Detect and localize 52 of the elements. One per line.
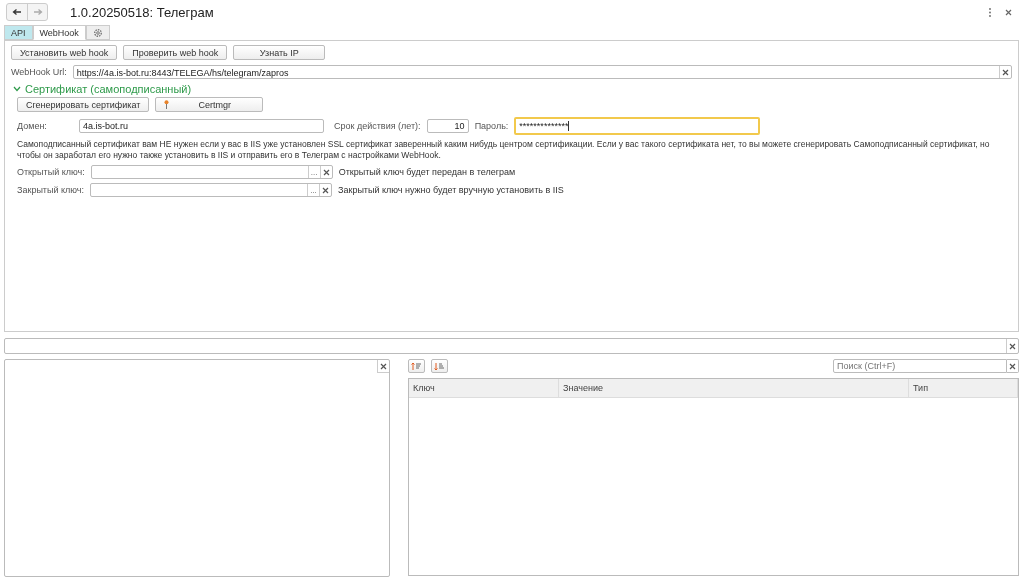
clear-button[interactable] (319, 184, 331, 196)
column-header[interactable]: Значение (559, 379, 909, 397)
pin-icon (164, 100, 170, 109)
hint-text: Закрытый ключ нужно будет вручную установить в IIS (338, 185, 564, 195)
choose-button[interactable]: ... (307, 166, 320, 178)
key-field[interactable]: ... (90, 183, 332, 197)
clear-button[interactable] (377, 360, 389, 373)
close-icon (1002, 68, 1009, 76)
tab[interactable]: API (4, 25, 33, 40)
sort-ascending-icon (411, 361, 422, 371)
close-icon (380, 362, 387, 370)
domain-field[interactable]: 4a.is-bot.ru (79, 119, 324, 133)
field-label: WebHook Url: (11, 67, 67, 77)
close-icon[interactable] (1005, 8, 1012, 16)
action-button[interactable]: Установить web hook (11, 45, 118, 60)
sort-descending-icon (434, 361, 445, 371)
note-text: Самоподписанный сертификат вам НЕ нужен если у вас в IIS уже установлен SSL сертификат заверенный каким нибудь центром сертификации. Если у вас такого сертификата нет, то вы можете сгенерировать Самоподписанный сертификат, но чтобы он заработал его нужно также установить в IIS и отправить его в Телеграм с настройками WebHook. (17, 139, 991, 161)
column-header[interactable]: Тип (909, 379, 1018, 397)
close-icon (322, 186, 329, 194)
clear-button[interactable] (999, 66, 1011, 78)
window-title: 1.0.20250518: Телеграм (70, 4, 215, 20)
search-field[interactable]: Поиск (Ctrl+F) (833, 359, 1007, 373)
chevron-icon (13, 86, 21, 92)
arrow-right-icon (32, 8, 43, 16)
clear-button[interactable] (319, 166, 332, 178)
action-button[interactable]: Узнать IP (233, 45, 326, 60)
action-button[interactable]: Certmgr (155, 97, 264, 112)
close-icon (1009, 342, 1016, 350)
password-field[interactable]: ************** (514, 117, 761, 135)
field-label: Закрытый ключ: (17, 185, 84, 195)
url-field[interactable]: https://4a.is-bot.ru:8443/TELEGA/hs/telegram/zapros (72, 65, 1012, 79)
key-field[interactable]: ... (90, 165, 333, 179)
settings-tab[interactable] (85, 25, 110, 40)
action-button[interactable]: Проверить web hook (123, 45, 228, 60)
action-button[interactable]: Сгенерировать сертификат (17, 97, 150, 112)
years-field[interactable]: 10 (426, 119, 469, 133)
close-icon (1009, 362, 1016, 370)
tab[interactable]: WebHook (32, 25, 86, 40)
close-icon (322, 168, 330, 176)
clear-button[interactable] (1007, 359, 1019, 373)
field-label: Срок действия (лет): (334, 121, 421, 131)
arrow-left-icon (12, 8, 22, 16)
hint-text: Открытый ключ будет передан в телеграм (338, 167, 516, 177)
field-label: Открытый ключ: (17, 167, 85, 177)
choose-button[interactable]: ... (307, 184, 319, 196)
field-label: Пароль: (474, 121, 509, 131)
section-header[interactable]: Сертификат (самоподписанный) (13, 83, 192, 95)
gear-icon (92, 27, 103, 38)
text-field[interactable] (4, 338, 1019, 354)
field-label: Домен: (17, 121, 48, 131)
clear-button[interactable] (1006, 339, 1018, 353)
column-header[interactable]: Ключ (409, 379, 559, 397)
